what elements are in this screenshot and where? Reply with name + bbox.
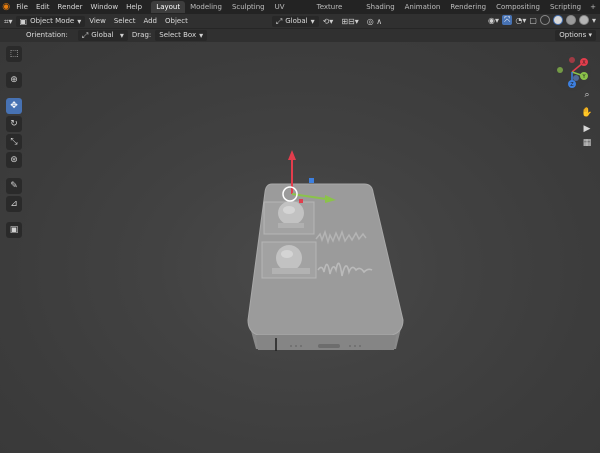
tab-animation[interactable]: Animation bbox=[400, 1, 446, 13]
rotate-icon[interactable]: ↻ bbox=[6, 116, 22, 132]
neg-y-handle-icon bbox=[557, 67, 563, 73]
menu-window[interactable]: Window bbox=[86, 0, 122, 14]
cursor-icon[interactable]: ⊕ bbox=[6, 72, 22, 88]
move-icon[interactable]: ✥ bbox=[6, 98, 22, 114]
wireframe-shading-icon[interactable] bbox=[539, 15, 550, 25]
relief-panel-bottom bbox=[261, 241, 317, 279]
neg-z-handle-icon bbox=[573, 75, 579, 81]
tab-uv-editing[interactable]: UV Editing bbox=[270, 1, 312, 23]
x-axis-label: X bbox=[582, 60, 586, 66]
pan-hand-icon[interactable]: ✋ bbox=[580, 106, 594, 120]
rendered-shading-icon[interactable] bbox=[578, 15, 589, 25]
editor-type-icon[interactable]: ⌗▾ bbox=[0, 16, 16, 27]
measure-icon[interactable]: ⊿ bbox=[6, 196, 22, 212]
annotate-icon[interactable]: ✎ bbox=[6, 178, 22, 194]
menu-view[interactable]: View bbox=[85, 16, 110, 27]
menu-edit[interactable]: Edit bbox=[32, 0, 54, 14]
transform-orientation-label: Global bbox=[285, 16, 308, 25]
overlays-icon[interactable]: ◔▾ bbox=[515, 16, 526, 25]
tab-sculpting[interactable]: Sculpting bbox=[227, 1, 270, 13]
menu-select[interactable]: Select bbox=[110, 16, 140, 27]
menu-render[interactable]: Render bbox=[54, 0, 87, 14]
scene-canvas bbox=[247, 150, 404, 351]
options-button[interactable]: Options ▾ bbox=[555, 30, 596, 41]
camera-view-icon[interactable]: ▶ bbox=[580, 122, 594, 136]
tab-layout[interactable]: Layout bbox=[151, 1, 186, 13]
menu-object[interactable]: Object bbox=[161, 16, 192, 27]
solid-shading-icon[interactable] bbox=[552, 15, 563, 25]
tab-rendering[interactable]: Rendering bbox=[445, 1, 491, 13]
menu-help[interactable]: Help bbox=[122, 0, 146, 14]
blender-logo-icon[interactable]: ◉ bbox=[0, 0, 12, 14]
orientation-icon: ⤢ bbox=[275, 16, 283, 26]
transform-orientation-dropdown[interactable]: ⤢ Global ▾ bbox=[271, 15, 319, 27]
menu-add[interactable]: Add bbox=[139, 16, 161, 27]
orientation-label: Orientation: bbox=[26, 31, 68, 39]
visibility-icon[interactable]: ◉▾ bbox=[488, 16, 499, 25]
neg-x-handle-icon bbox=[569, 57, 575, 63]
snap-icon[interactable]: ⊞⊟▾ bbox=[337, 16, 362, 27]
proportional-editing-icon[interactable]: ◎ ∧ bbox=[363, 16, 386, 27]
drag-value: Select Box bbox=[159, 31, 197, 39]
gizmo-toggle-icon[interactable]: ⤧ bbox=[502, 15, 513, 25]
drag-label: Drag: bbox=[131, 31, 152, 39]
orientation-icon: ⤢ bbox=[81, 31, 89, 40]
pivot-point-icon[interactable]: ⟲▾ bbox=[319, 16, 338, 27]
plane-handle-icon bbox=[309, 178, 314, 183]
tab-texture-paint[interactable]: Texture Paint bbox=[312, 1, 362, 23]
viewport-header: ⌗▾ ▣ Object Mode ▾ View Select Add Objec… bbox=[0, 14, 600, 28]
tool-shelf: ⬚ ⊕ ✥ ↻ ⤡ ⊛ ✎ ⊿ ▣ bbox=[6, 46, 22, 238]
select-box-icon[interactable]: ⬚ bbox=[6, 46, 22, 62]
tab-modeling[interactable]: Modeling bbox=[185, 1, 227, 13]
charging-port bbox=[318, 344, 340, 348]
chevron-down-icon: ▾ bbox=[310, 16, 315, 26]
menu-file[interactable]: File bbox=[12, 0, 32, 14]
perspective-toggle-icon[interactable]: ▦ bbox=[580, 136, 594, 150]
tab-shading[interactable]: Shading bbox=[361, 1, 399, 13]
3d-viewport[interactable]: X Y Z ⌕ ✋ ▶ ▦ bbox=[0, 42, 600, 453]
add-workspace-button[interactable]: + bbox=[586, 3, 600, 11]
object-mode-icon: ▣ bbox=[19, 16, 28, 26]
tool-settings-bar: Orientation: ⤢ Global ▾ Drag: Select Box… bbox=[0, 28, 600, 42]
orientation-dropdown[interactable]: ⤢ Global ▾ bbox=[77, 30, 128, 41]
drag-dropdown[interactable]: Select Box ▾ bbox=[155, 30, 208, 41]
add-cube-icon[interactable]: ▣ bbox=[6, 222, 22, 238]
zoom-icon[interactable]: ⌕ bbox=[580, 88, 594, 102]
top-menu-bar: ◉ File Edit Render Window Help Layout Mo… bbox=[0, 0, 600, 23]
shading-options-icon[interactable]: ▾ bbox=[592, 16, 596, 25]
xray-icon[interactable]: ▢ bbox=[529, 16, 537, 25]
z-axis-label: Z bbox=[570, 82, 574, 88]
options-label: Options bbox=[559, 31, 587, 39]
transform-icon[interactable]: ⊛ bbox=[6, 152, 22, 168]
chevron-down-icon: ▾ bbox=[199, 31, 204, 40]
relief-panel-top bbox=[263, 201, 315, 235]
z-arrow-icon bbox=[288, 150, 296, 160]
material-shading-icon[interactable] bbox=[565, 15, 576, 25]
mode-label: Object Mode bbox=[30, 16, 75, 25]
orientation-value: Global bbox=[91, 31, 114, 39]
chevron-down-icon: ▾ bbox=[119, 31, 124, 40]
chevron-down-icon: ▾ bbox=[77, 16, 82, 26]
mode-dropdown[interactable]: ▣ Object Mode ▾ bbox=[15, 15, 86, 27]
scale-icon[interactable]: ⤡ bbox=[6, 134, 22, 150]
tab-compositing[interactable]: Compositing bbox=[491, 1, 545, 13]
tab-scripting[interactable]: Scripting bbox=[545, 1, 586, 13]
